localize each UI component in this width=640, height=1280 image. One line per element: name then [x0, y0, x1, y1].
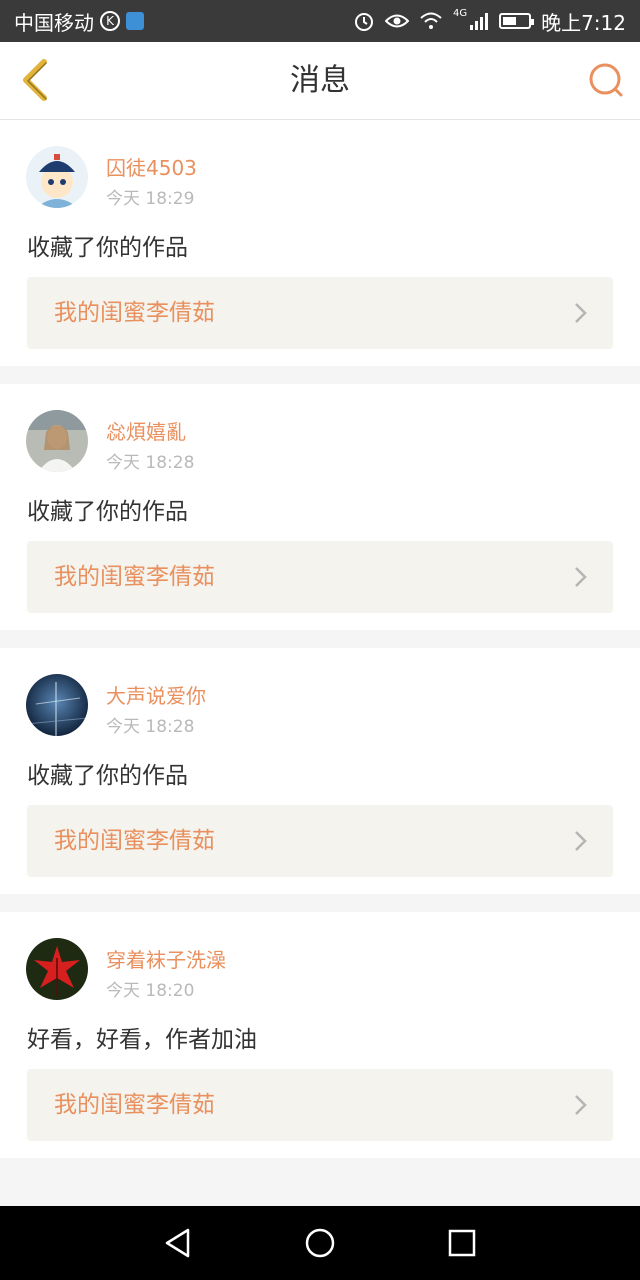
cartoon-avatar-image — [26, 146, 88, 208]
chevron-right-icon — [575, 831, 587, 851]
triangle-back-icon[interactable] — [158, 1223, 198, 1263]
work-title: 我的闺蜜李倩茹 — [54, 1092, 215, 1118]
battery-fill — [503, 17, 517, 25]
message-card: 惢煩嬉亂 今天 18:28 收藏了你的作品 我的闺蜜李倩茹 — [0, 384, 640, 630]
status-left: 中国移动 K — [14, 0, 144, 42]
message-list: 囚徒4503 今天 18:29 收藏了你的作品 我的闺蜜李倩茹 惢煩嬉亂 今天 … — [0, 120, 640, 1176]
chevron-right-icon — [575, 303, 587, 323]
work-title: 我的闺蜜李倩茹 — [54, 564, 215, 590]
chat-bubble-icon[interactable] — [586, 60, 626, 100]
avatar[interactable] — [26, 146, 88, 208]
battery-icon — [499, 13, 535, 29]
status-right: 4G 晚上7:12 — [353, 0, 626, 42]
network-label: 4G — [452, 8, 468, 19]
message-text: 收藏了你的作品 — [27, 499, 188, 525]
signal-icon — [470, 13, 489, 30]
chevron-right-icon — [575, 1095, 587, 1115]
message-card: 大声说爱你 今天 18:28 收藏了你的作品 我的闺蜜李倩茹 — [0, 648, 640, 894]
header: 消息 — [0, 42, 640, 120]
work-title: 我的闺蜜李倩茹 — [54, 828, 215, 854]
page-title: 消息 — [290, 63, 350, 98]
timestamp: 今天 18:28 — [106, 717, 195, 737]
circle-home-icon[interactable] — [300, 1223, 340, 1263]
work-link[interactable]: 我的闺蜜李倩茹 — [27, 277, 613, 349]
avatar[interactable] — [26, 938, 88, 1000]
shield-icon — [126, 12, 144, 30]
work-link[interactable]: 我的闺蜜李倩茹 — [27, 1069, 613, 1141]
work-link[interactable]: 我的闺蜜李倩茹 — [27, 805, 613, 877]
clock: 晚上7:12 — [541, 10, 626, 35]
square-recent-icon[interactable] — [442, 1223, 482, 1263]
timestamp: 今天 18:20 — [106, 981, 195, 1001]
alarm-icon — [354, 13, 373, 31]
night-sky-avatar-image — [26, 674, 88, 736]
username[interactable]: 惢煩嬉亂 — [106, 416, 186, 445]
work-title: 我的闺蜜李倩茹 — [54, 300, 215, 326]
message-text: 收藏了你的作品 — [27, 763, 188, 789]
timestamp: 今天 18:28 — [106, 453, 195, 473]
avatar[interactable] — [26, 674, 88, 736]
wifi-icon — [420, 12, 442, 29]
username[interactable]: 囚徒4503 — [106, 152, 197, 181]
chevron-right-icon — [575, 567, 587, 587]
k-badge-icon: K — [100, 11, 120, 31]
work-link[interactable]: 我的闺蜜李倩茹 — [27, 541, 613, 613]
message-card: 穿着袜子洗澡 今天 18:20 好看，好看，作者加油 我的闺蜜李倩茹 — [0, 912, 640, 1158]
portrait-avatar-image — [26, 410, 88, 472]
message-card: 囚徒4503 今天 18:29 收藏了你的作品 我的闺蜜李倩茹 — [0, 120, 640, 366]
avatar[interactable] — [26, 410, 88, 472]
carrier-label: 中国移动 — [14, 10, 94, 35]
username[interactable]: 大声说爱你 — [106, 680, 206, 709]
message-text: 好看，好看，作者加油 — [27, 1027, 257, 1053]
username[interactable]: 穿着袜子洗澡 — [106, 944, 226, 973]
timestamp: 今天 18:29 — [106, 189, 195, 209]
system-nav-bar — [0, 1206, 640, 1280]
eye-icon — [384, 14, 409, 28]
message-text: 收藏了你的作品 — [27, 235, 188, 261]
status-bar: 中国移动 K 4G 晚上7:12 — [0, 0, 640, 42]
red-leaf-avatar-image — [26, 938, 88, 1000]
